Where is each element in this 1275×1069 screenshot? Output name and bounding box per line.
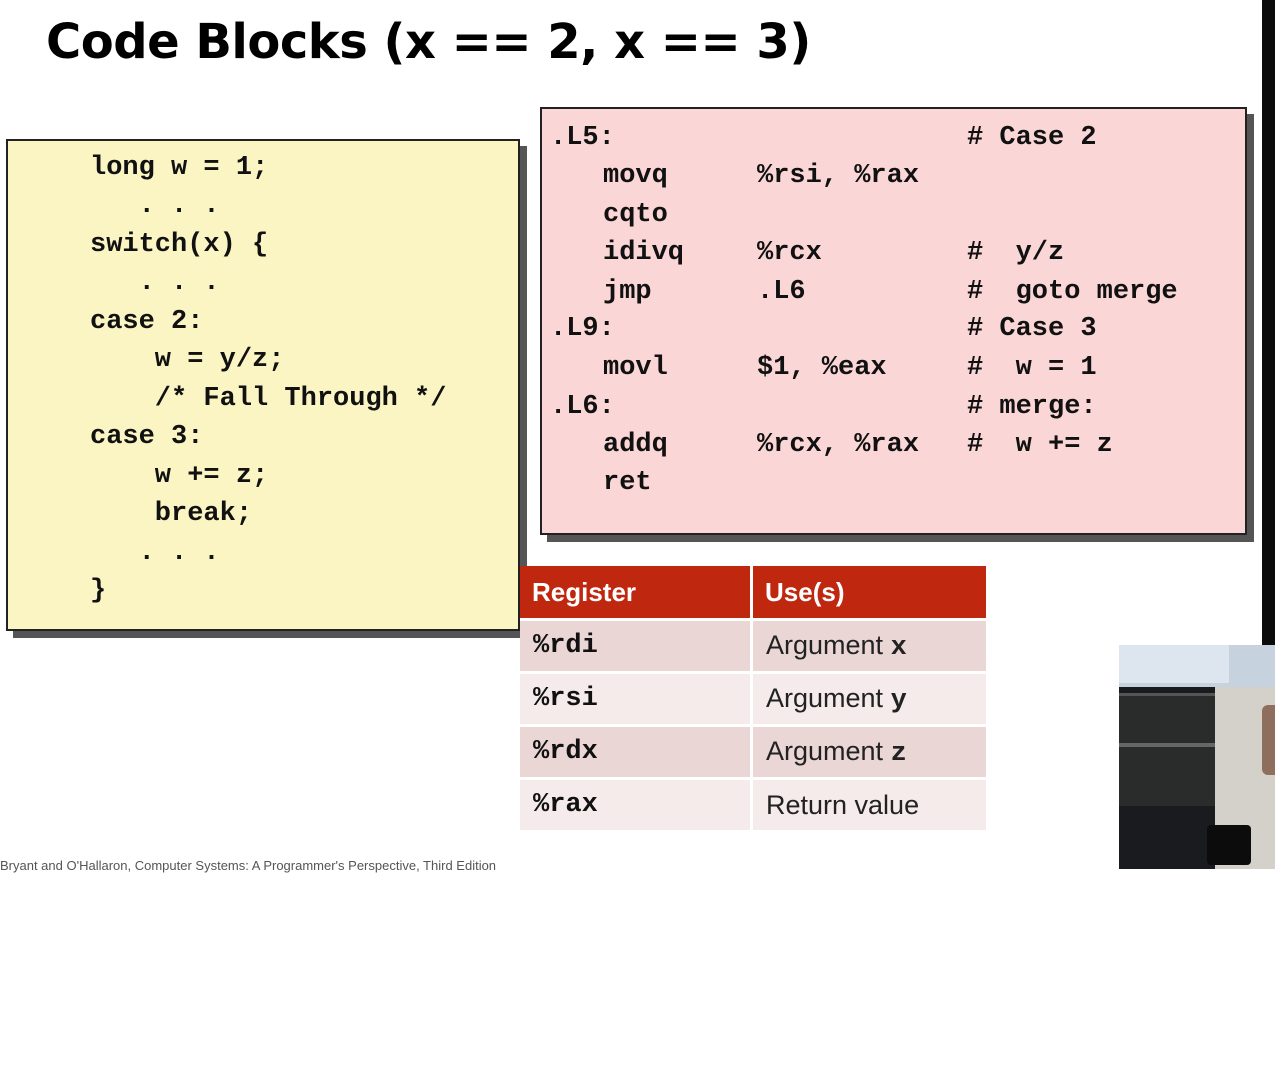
asm-operands: %rcx, %rax (757, 430, 920, 460)
register-usage-table: Register Use(s) %rdi Argument x %rsi Arg… (520, 566, 986, 830)
c-code-line: case 2: (90, 307, 204, 337)
register-use-text: Argument (766, 629, 884, 660)
register-name: %rdi (520, 618, 753, 671)
table-row: %rsi Argument y (520, 671, 986, 724)
table-row: %rdi Argument x (520, 618, 986, 671)
c-code-line: break; (90, 499, 253, 529)
slide-footer-citation: Bryant and O'Hallaron, Computer Systems:… (0, 858, 497, 873)
asm-comment: # merge: (967, 392, 1097, 422)
asm-instruction: addq (603, 430, 668, 460)
table-header-uses: Use(s) (753, 566, 986, 618)
register-use: Argument y (753, 671, 986, 724)
register-use: Return value (753, 777, 986, 830)
c-code-line: . . . (90, 191, 220, 221)
c-code-block: long w = 1; . . . switch(x) { . . . case… (6, 139, 520, 631)
asm-comment: # Case 3 (967, 314, 1097, 344)
register-use-text: Argument (766, 682, 884, 713)
asm-operands: %rcx (757, 238, 822, 268)
c-code-line: long w = 1; (90, 153, 269, 183)
register-name: %rdx (520, 724, 753, 777)
asm-instruction: ret (603, 468, 652, 498)
c-code-line: } (90, 576, 107, 606)
video-frame-edge (1262, 0, 1275, 645)
asm-comment: # w = 1 (967, 353, 1097, 383)
asm-instruction: jmp (603, 277, 652, 307)
table-row: %rax Return value (520, 777, 986, 830)
lecturer-figure (1262, 705, 1275, 775)
register-use: Argument z (753, 724, 986, 777)
register-use-arg: y (890, 685, 907, 716)
table-header-row: Register Use(s) (520, 566, 986, 618)
asm-instruction: cqto (603, 200, 668, 230)
c-code-line: switch(x) { (90, 230, 269, 260)
assembly-code-block: .L5: # Case 2 movq %rsi, %rax cqto idivq… (540, 107, 1247, 535)
asm-label: .L6: (550, 392, 615, 422)
c-code-line: /* Fall Through */ (90, 384, 447, 414)
podium (1207, 825, 1251, 865)
lecturer-video-thumbnail (1119, 645, 1275, 869)
asm-comment: # w += z (967, 430, 1113, 460)
asm-instruction: idivq (603, 238, 685, 268)
slide-title: Code Blocks (x == 2, x == 3) (46, 14, 811, 70)
asm-label: .L5: (550, 123, 615, 153)
c-code-line: . . . (90, 268, 220, 298)
register-name: %rsi (520, 671, 753, 724)
c-code-line: . . . (90, 538, 220, 568)
register-use-text: Return value (766, 789, 920, 820)
asm-operands: .L6 (757, 277, 806, 307)
asm-label: .L9: (550, 314, 615, 344)
blackboard (1119, 693, 1215, 806)
table-row: %rdx Argument z (520, 724, 986, 777)
asm-operands: $1, %eax (757, 353, 887, 383)
asm-operands: %rsi, %rax (757, 161, 920, 191)
table-header-register: Register (520, 566, 753, 618)
register-use-arg: z (890, 738, 907, 769)
register-use-text: Argument (766, 735, 884, 766)
asm-comment: # y/z (967, 238, 1065, 268)
register-name: %rax (520, 777, 753, 830)
asm-comment: # Case 2 (967, 123, 1097, 153)
blackboard-ledge (1119, 743, 1215, 747)
asm-instruction: movq (603, 161, 668, 191)
register-use-arg: x (890, 632, 907, 663)
c-code-line: w += z; (90, 461, 269, 491)
asm-instruction: movl (603, 353, 668, 383)
asm-comment: # goto merge (967, 277, 1178, 307)
c-code-line: w = y/z; (90, 345, 285, 375)
register-use: Argument x (753, 618, 986, 671)
c-code-line: case 3: (90, 422, 204, 452)
projector-screen-highlight (1119, 645, 1229, 683)
